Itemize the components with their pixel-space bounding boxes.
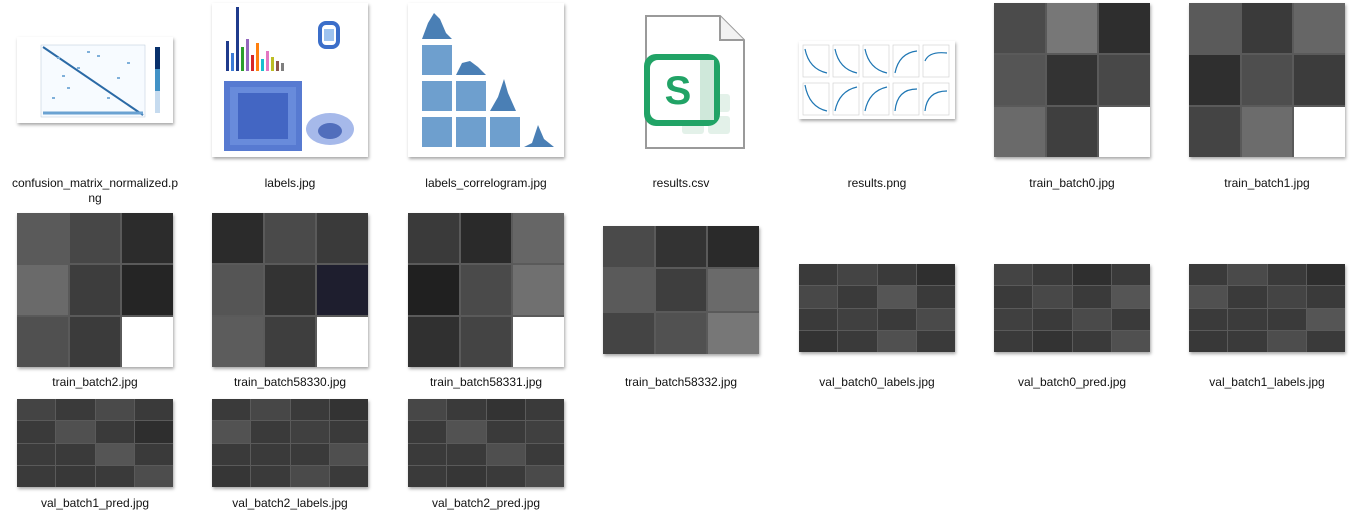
file-name: train_batch58331.jpg (429, 375, 543, 389)
file-name: val_batch1_labels.jpg (1209, 375, 1325, 389)
correlogram-image (408, 3, 564, 157)
val-batch-thumbnail (408, 399, 564, 487)
train-batch-thumbnail (408, 213, 564, 367)
confusion-matrix-thumbnail (17, 37, 173, 123)
file-name: train_batch0.jpg (1029, 176, 1115, 190)
labels-image (212, 3, 368, 157)
file-name: confusion_matrix_normalized.p ng (0, 176, 190, 206)
file-name: train_batch1.jpg (1224, 176, 1310, 190)
val-batch-thumbnail (799, 264, 955, 352)
file-name: val_batch0_pred.jpg (1017, 375, 1127, 389)
results-plots-image (799, 41, 955, 119)
val-batch-thumbnail (17, 399, 173, 487)
file-name: val_batch2_labels.jpg (232, 496, 348, 510)
file-name: train_batch2.jpg (52, 375, 138, 389)
spreadsheet-s-icon: S (616, 8, 746, 152)
val-batch-thumbnail (994, 264, 1150, 352)
file-explorer-grid: confusion_matrix_normalized.p ng labels.… (0, 0, 1366, 517)
train-batch-thumbnail (17, 213, 173, 367)
val-batch-thumbnail (212, 399, 368, 487)
train-batch-thumbnail (212, 213, 368, 367)
results-thumbnail (799, 41, 955, 119)
correlogram-thumbnail (408, 3, 564, 157)
file-name: val_batch1_pred.jpg (40, 496, 150, 510)
train-batch-thumbnail (994, 3, 1150, 157)
file-name: labels_correlogram.jpg (425, 176, 547, 190)
spreadsheet-letter: S (665, 69, 692, 113)
confusion-matrix-image (17, 37, 173, 123)
file-name-line-1: confusion_matrix_normalized.p (11, 176, 179, 190)
val-batch-thumbnail (1189, 264, 1345, 352)
file-name: labels.jpg (264, 176, 316, 190)
train-batch-thumbnail (603, 226, 759, 354)
file-name: val_batch0_labels.jpg (819, 375, 935, 389)
file-name: val_batch2_pred.jpg (431, 496, 541, 510)
train-batch-thumbnail (1189, 3, 1345, 157)
file-name-line-2: ng (88, 191, 102, 205)
file-name: results.png (847, 176, 907, 190)
file-name: train_batch58332.jpg (624, 375, 738, 389)
labels-thumbnail (212, 3, 368, 157)
file-name: train_batch58330.jpg (233, 375, 347, 389)
spreadsheet-file-icon: S (644, 15, 745, 149)
file-name: results.csv (652, 176, 710, 190)
